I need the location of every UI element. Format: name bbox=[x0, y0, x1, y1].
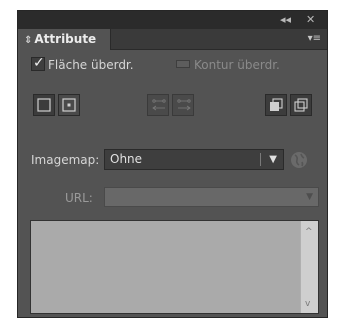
shape-overlap-button[interactable] bbox=[290, 94, 312, 116]
link-right-icon bbox=[177, 99, 191, 111]
imagemap-list[interactable]: ^ v bbox=[30, 220, 319, 314]
url-label: URL: bbox=[65, 191, 93, 205]
chevron-down-icon: ▼ bbox=[269, 154, 277, 165]
fill-overprint-label: Fläche überdr. bbox=[48, 58, 134, 72]
imagemap-label: Imagemap: bbox=[31, 153, 100, 167]
stroke-overprint-label: Kontur überdr. bbox=[194, 58, 280, 72]
link-left-icon bbox=[152, 99, 166, 111]
imagemap-value: Ohne bbox=[110, 152, 143, 166]
panel-titlebar: ◂◂ ✕ bbox=[18, 11, 327, 29]
checkmark-icon: ✓ bbox=[33, 55, 45, 71]
scrollbar[interactable]: ^ v bbox=[300, 221, 318, 313]
collapse-panel-icon[interactable]: ◂◂ bbox=[280, 13, 291, 27]
tab-bar: ⇕ Attribute ▾≡ bbox=[18, 29, 327, 50]
scroll-up-icon[interactable]: ^ bbox=[305, 227, 313, 237]
tab-expand-icon: ⇕ bbox=[24, 35, 33, 46]
tab-label: Attribute bbox=[34, 32, 97, 46]
url-field[interactable]: ▼ bbox=[104, 187, 319, 207]
chevron-down-icon: ▼ bbox=[306, 192, 313, 202]
shape-front-button[interactable] bbox=[265, 94, 287, 116]
close-panel-icon[interactable]: ✕ bbox=[306, 13, 315, 27]
stop-square-icon bbox=[37, 98, 51, 112]
stroke-overprint-checkbox[interactable] bbox=[176, 60, 190, 68]
dropdown-separator bbox=[260, 153, 261, 166]
overprint-row: ✓ Fläche überdr. Kontur überdr. bbox=[31, 55, 321, 74]
panel-menu-icon[interactable]: ▾≡ bbox=[308, 33, 321, 45]
fill-overprint-checkbox[interactable]: ✓ bbox=[31, 55, 45, 71]
tab-attribute[interactable]: ⇕ Attribute bbox=[18, 29, 111, 50]
link-left-button[interactable] bbox=[147, 94, 169, 116]
imagemap-dropdown[interactable]: Ohne ▼ bbox=[104, 149, 284, 170]
shape-overlap-icon bbox=[294, 98, 308, 112]
stop-target-icon bbox=[62, 98, 76, 112]
shape-front-icon bbox=[270, 98, 283, 111]
link-right-button[interactable] bbox=[172, 94, 194, 116]
stop-square-button[interactable] bbox=[33, 94, 55, 116]
stop-target-button[interactable] bbox=[58, 94, 80, 116]
globe-icon[interactable] bbox=[290, 151, 308, 169]
scroll-down-icon[interactable]: v bbox=[305, 299, 310, 309]
